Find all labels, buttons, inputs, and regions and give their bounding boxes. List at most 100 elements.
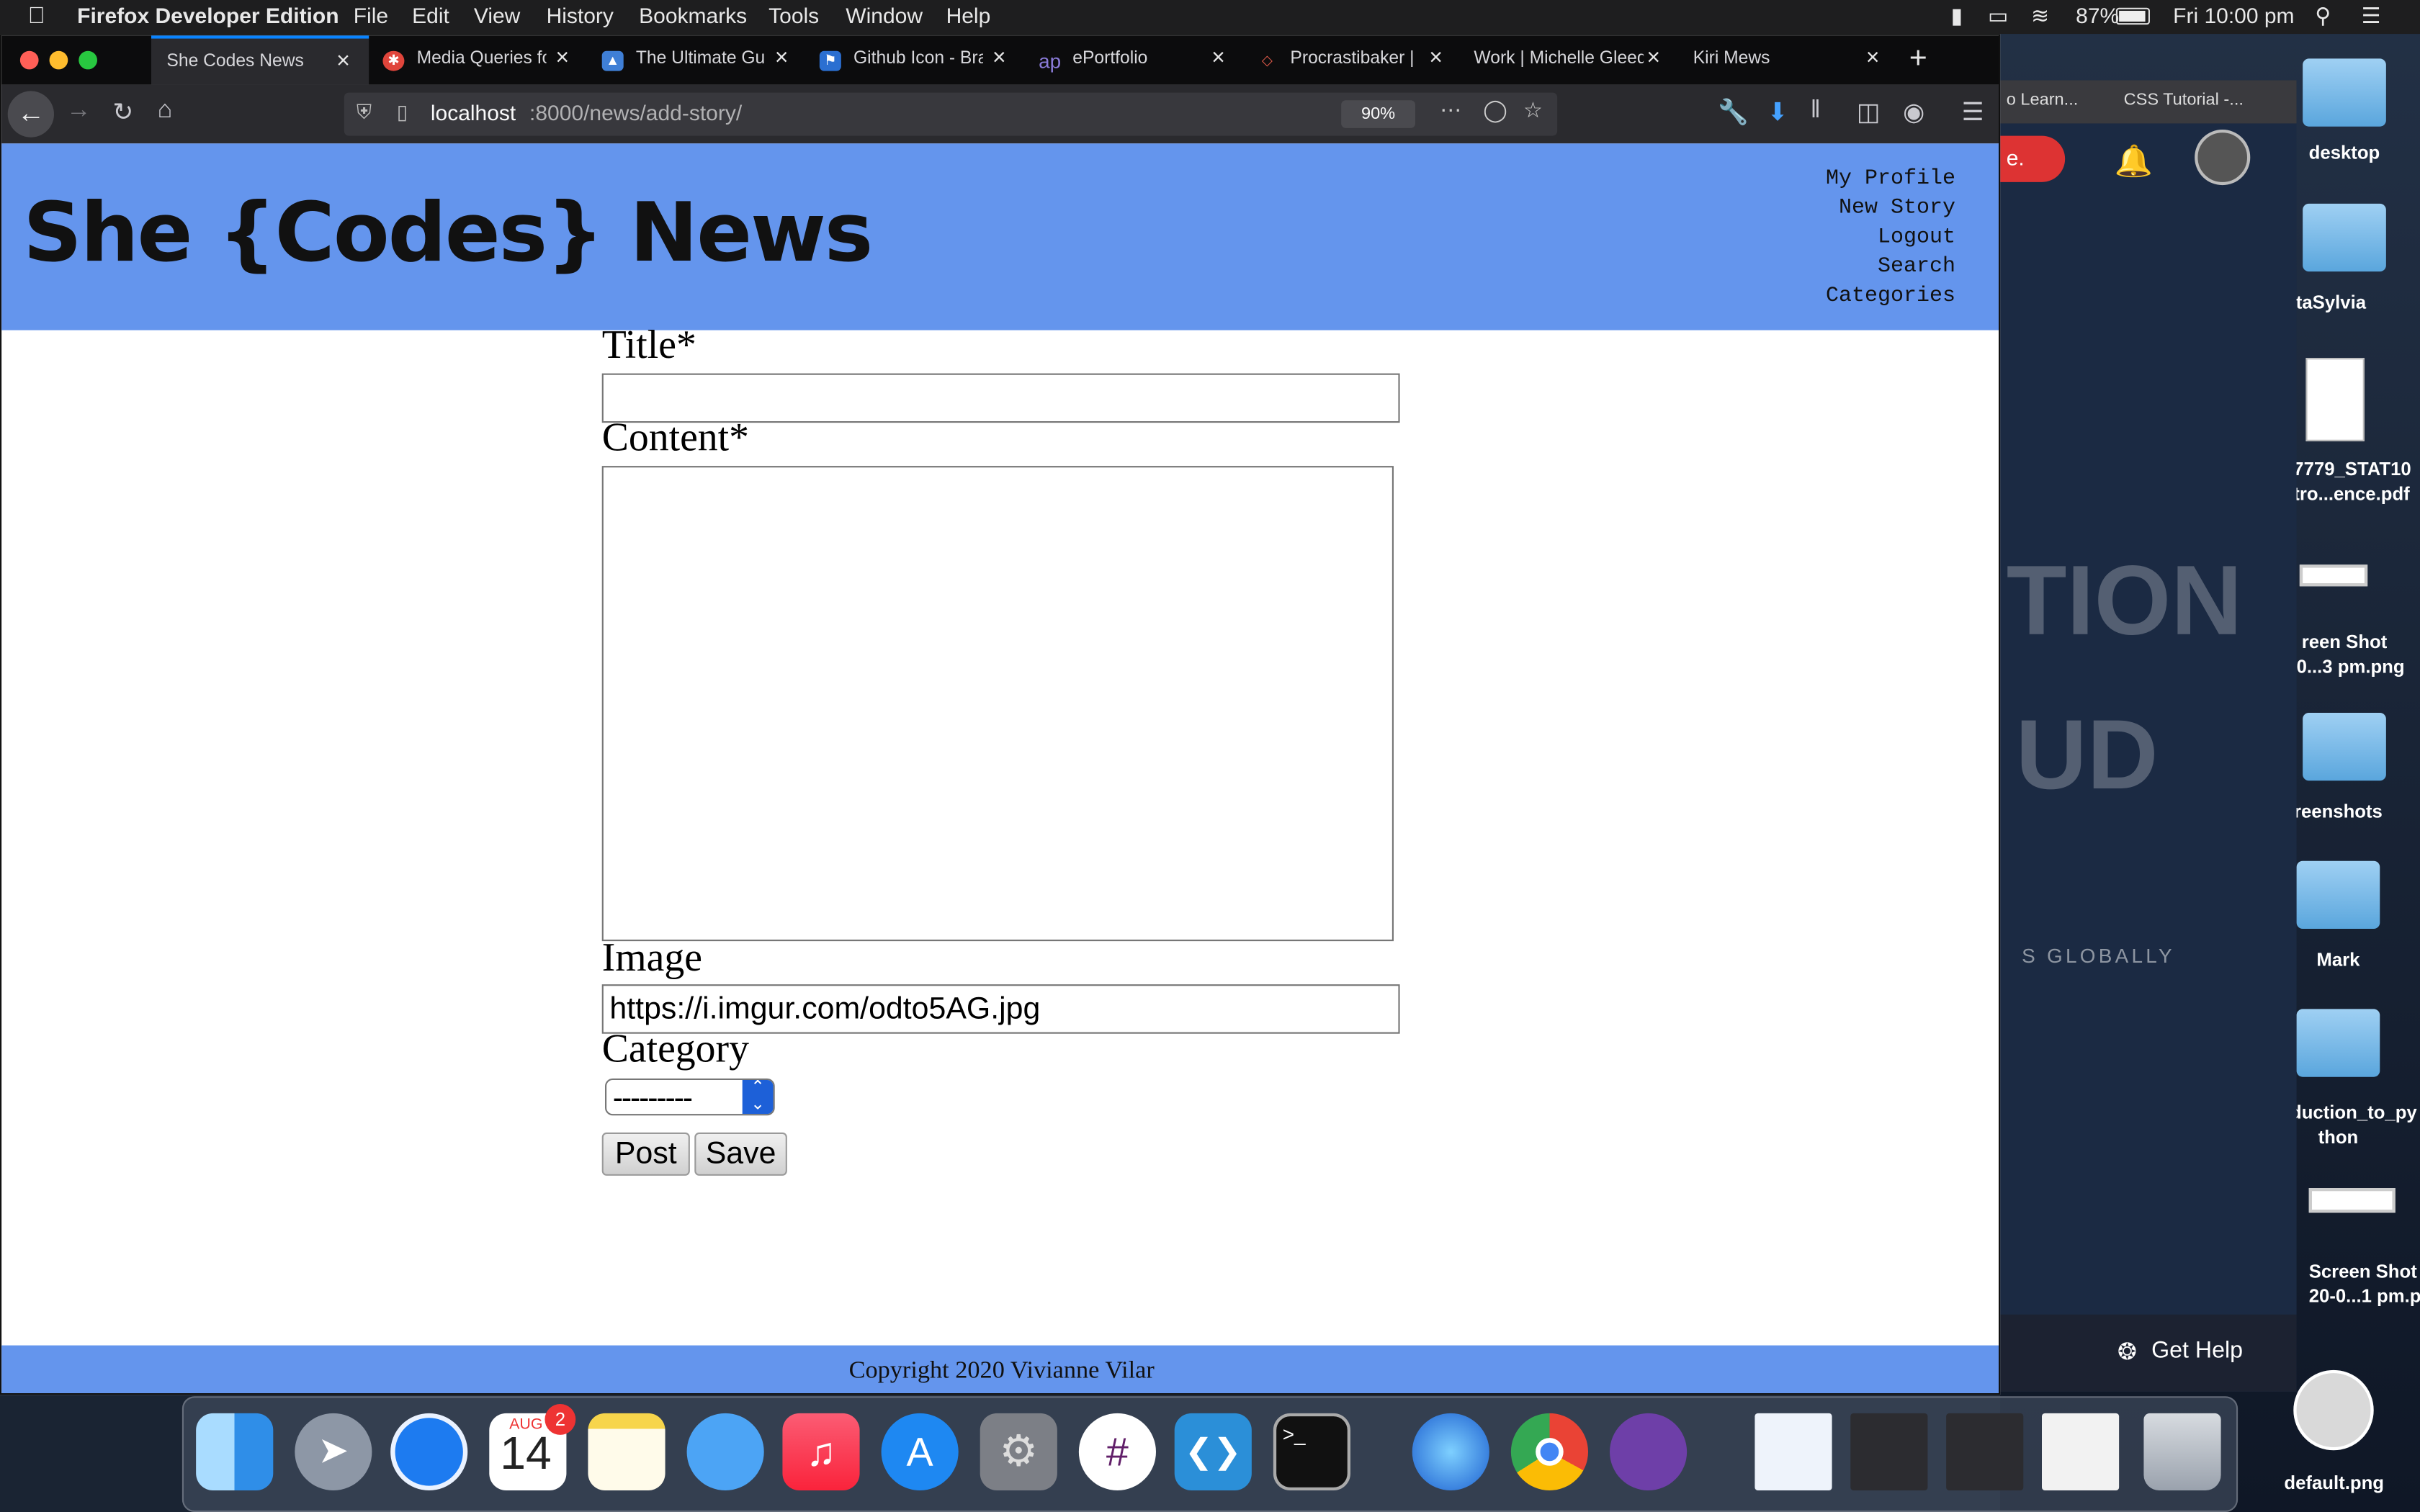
menu-file[interactable]: File bbox=[354, 3, 388, 27]
library-icon[interactable]: ‖ bbox=[1811, 97, 1821, 125]
desktop-item-label[interactable]: reen Shot 0...3 pm.png bbox=[2297, 629, 2405, 679]
dock-window-thumbnail[interactable] bbox=[1850, 1413, 1928, 1490]
reload-button[interactable]: ↻ bbox=[112, 97, 133, 128]
screenshot-file-icon[interactable] bbox=[2299, 564, 2368, 587]
close-icon[interactable]: × bbox=[1211, 45, 1225, 71]
nav-new-story[interactable]: New Story bbox=[1826, 194, 1955, 224]
downloads-icon[interactable]: ⬇ bbox=[1767, 97, 1788, 128]
spotlight-icon[interactable]: ⚲ bbox=[2315, 3, 2331, 29]
pdf-file-icon[interactable] bbox=[2305, 358, 2365, 441]
launchpad-icon[interactable]: ➤ bbox=[295, 1413, 372, 1490]
desktop-folder-icon[interactable] bbox=[2303, 203, 2386, 272]
close-icon[interactable]: × bbox=[555, 45, 569, 71]
close-icon[interactable]: × bbox=[336, 48, 350, 73]
desktop-item-label[interactable]: reenshots bbox=[2290, 801, 2386, 822]
menu-edit[interactable]: Edit bbox=[412, 3, 449, 27]
dock-window-thumbnail[interactable] bbox=[2042, 1413, 2120, 1490]
tab-procrastibaker[interactable]: ◇ Procrastibaker | E × bbox=[1244, 35, 1461, 85]
window-close-button[interactable] bbox=[19, 50, 39, 70]
get-help-button[interactable]: Get Help bbox=[2151, 1338, 2243, 1364]
bg-tab[interactable]: o Learn... bbox=[2007, 91, 2079, 109]
category-select[interactable]: --------- ⌃ ⌄ bbox=[605, 1078, 775, 1116]
site-brand[interactable]: She {Codes} News bbox=[23, 186, 873, 281]
nav-categories[interactable]: Categories bbox=[1826, 282, 1955, 312]
forward-button[interactable]: → bbox=[66, 97, 91, 125]
close-icon[interactable]: × bbox=[1646, 45, 1660, 71]
desktop-item-label[interactable]: desktop bbox=[2297, 142, 2393, 163]
desktop-folder-icon[interactable] bbox=[2303, 712, 2386, 781]
content-textarea[interactable] bbox=[601, 466, 1394, 942]
window-minimize-button[interactable] bbox=[49, 50, 68, 70]
page-actions-icon[interactable]: ⋯ bbox=[1440, 97, 1461, 123]
devtools-wrench-icon[interactable]: 🔧 bbox=[1718, 97, 1749, 128]
bookmark-status-icon[interactable]: ▮ bbox=[1951, 3, 1963, 29]
user-avatar-file-icon[interactable] bbox=[2293, 1369, 2374, 1451]
system-preferences-icon[interactable]: ⚙ bbox=[980, 1413, 1057, 1490]
tab-michelle-gleed[interactable]: Work | Michelle Gleed × bbox=[1461, 35, 1679, 85]
save-button[interactable]: Save bbox=[694, 1132, 787, 1176]
new-tab-button[interactable]: + bbox=[1909, 42, 1927, 77]
terminal-icon[interactable]: >_ bbox=[1273, 1413, 1350, 1490]
desktop-folder-icon[interactable] bbox=[2303, 58, 2386, 127]
tab-she-codes-news[interactable]: She Codes News × bbox=[151, 35, 369, 85]
nav-my-profile[interactable]: My Profile bbox=[1826, 165, 1955, 194]
airplay-icon[interactable]: ▭ bbox=[1988, 3, 2008, 29]
account-icon[interactable]: ◉ bbox=[1903, 97, 1924, 128]
desktop-folder-icon[interactable] bbox=[2296, 1009, 2380, 1077]
wifi-icon[interactable]: ≋ bbox=[2031, 3, 2049, 29]
dock-window-thumbnail[interactable] bbox=[1946, 1413, 2024, 1490]
close-icon[interactable]: × bbox=[1866, 45, 1880, 71]
close-icon[interactable]: × bbox=[775, 45, 789, 71]
clock[interactable]: Fri 10:00 pm bbox=[2173, 3, 2294, 27]
desktop-item-label[interactable]: Screen Shot 20-0...1 pm.pn bbox=[2309, 1259, 2420, 1309]
menu-tools[interactable]: Tools bbox=[768, 3, 819, 27]
window-zoom-button[interactable] bbox=[79, 50, 97, 70]
nav-logout[interactable]: Logout bbox=[1826, 224, 1955, 253]
trash-icon[interactable] bbox=[2143, 1413, 2221, 1490]
menu-view[interactable]: View bbox=[474, 3, 520, 27]
chrome-icon[interactable] bbox=[1510, 1413, 1588, 1490]
desktop-item-label[interactable]: Mark bbox=[2290, 949, 2386, 971]
bell-icon[interactable]: 🔔 bbox=[2115, 142, 2153, 181]
post-button[interactable]: Post bbox=[601, 1132, 690, 1176]
sidebar-icon[interactable]: ◫ bbox=[1857, 97, 1880, 128]
app-store-icon[interactable]: A bbox=[881, 1413, 959, 1490]
avatar[interactable] bbox=[2195, 130, 2251, 186]
tab-kiri-mews[interactable]: Kiri Mews × bbox=[1681, 35, 1899, 85]
back-button[interactable]: ← bbox=[7, 91, 54, 138]
slack-icon[interactable]: # bbox=[1078, 1413, 1156, 1490]
notification-center-icon[interactable]: ☰ bbox=[2362, 3, 2381, 29]
desktop-folder-icon[interactable] bbox=[2296, 860, 2380, 929]
tab-media-queries[interactable]: ✱ Media Queries fo × bbox=[370, 35, 588, 85]
star-icon[interactable]: ☆ bbox=[1523, 97, 1543, 123]
shield-icon[interactable]: ⛨ bbox=[357, 100, 372, 125]
menu-help[interactable]: Help bbox=[946, 3, 991, 27]
menu-history[interactable]: History bbox=[547, 3, 614, 27]
tab-eportfolio[interactable]: ap ePortfolio × bbox=[1026, 35, 1244, 85]
vscode-icon[interactable]: ❮❯ bbox=[1174, 1413, 1252, 1490]
screenshot-file-icon[interactable] bbox=[2308, 1188, 2396, 1213]
desktop-item-label[interactable]: 7779_STAT10 tro...ence.pdf bbox=[2293, 456, 2411, 506]
battery-percent[interactable]: 87% bbox=[2076, 3, 2119, 27]
zoom-indicator[interactable]: 90% bbox=[1341, 100, 1415, 128]
pocket-icon[interactable]: ◯ bbox=[1483, 97, 1507, 123]
close-icon[interactable]: × bbox=[992, 45, 1006, 71]
music-icon[interactable]: ♫ bbox=[782, 1413, 860, 1490]
bg-tab[interactable]: CSS Tutorial -... bbox=[2124, 91, 2244, 109]
messages-icon[interactable] bbox=[686, 1413, 764, 1490]
dock-window-thumbnail[interactable] bbox=[1754, 1413, 1832, 1490]
calendar-icon[interactable]: AUG 14 2 bbox=[489, 1403, 576, 1490]
apple-icon[interactable]:  bbox=[28, 3, 45, 29]
nav-search[interactable]: Search bbox=[1826, 253, 1955, 282]
battery-icon[interactable] bbox=[2115, 7, 2150, 25]
home-button[interactable]: ⌂ bbox=[158, 97, 173, 125]
tab-github-icon[interactable]: ⚑ Github Icon - Bra × bbox=[807, 35, 1025, 85]
firefox-developer-icon[interactable] bbox=[1412, 1413, 1489, 1490]
notes-icon[interactable] bbox=[588, 1413, 666, 1490]
tab-ultimate-guide[interactable]: ▲ The Ultimate Gui × bbox=[590, 35, 807, 85]
close-icon[interactable]: × bbox=[1429, 45, 1443, 71]
finder-icon[interactable] bbox=[196, 1413, 274, 1490]
hamburger-menu-icon[interactable]: ☰ bbox=[1962, 97, 1984, 128]
menu-bookmarks[interactable]: Bookmarks bbox=[639, 3, 747, 27]
url-bar[interactable]: ⛨ ▯ localhost :8000/news/add-story/ 90% … bbox=[344, 92, 1558, 136]
